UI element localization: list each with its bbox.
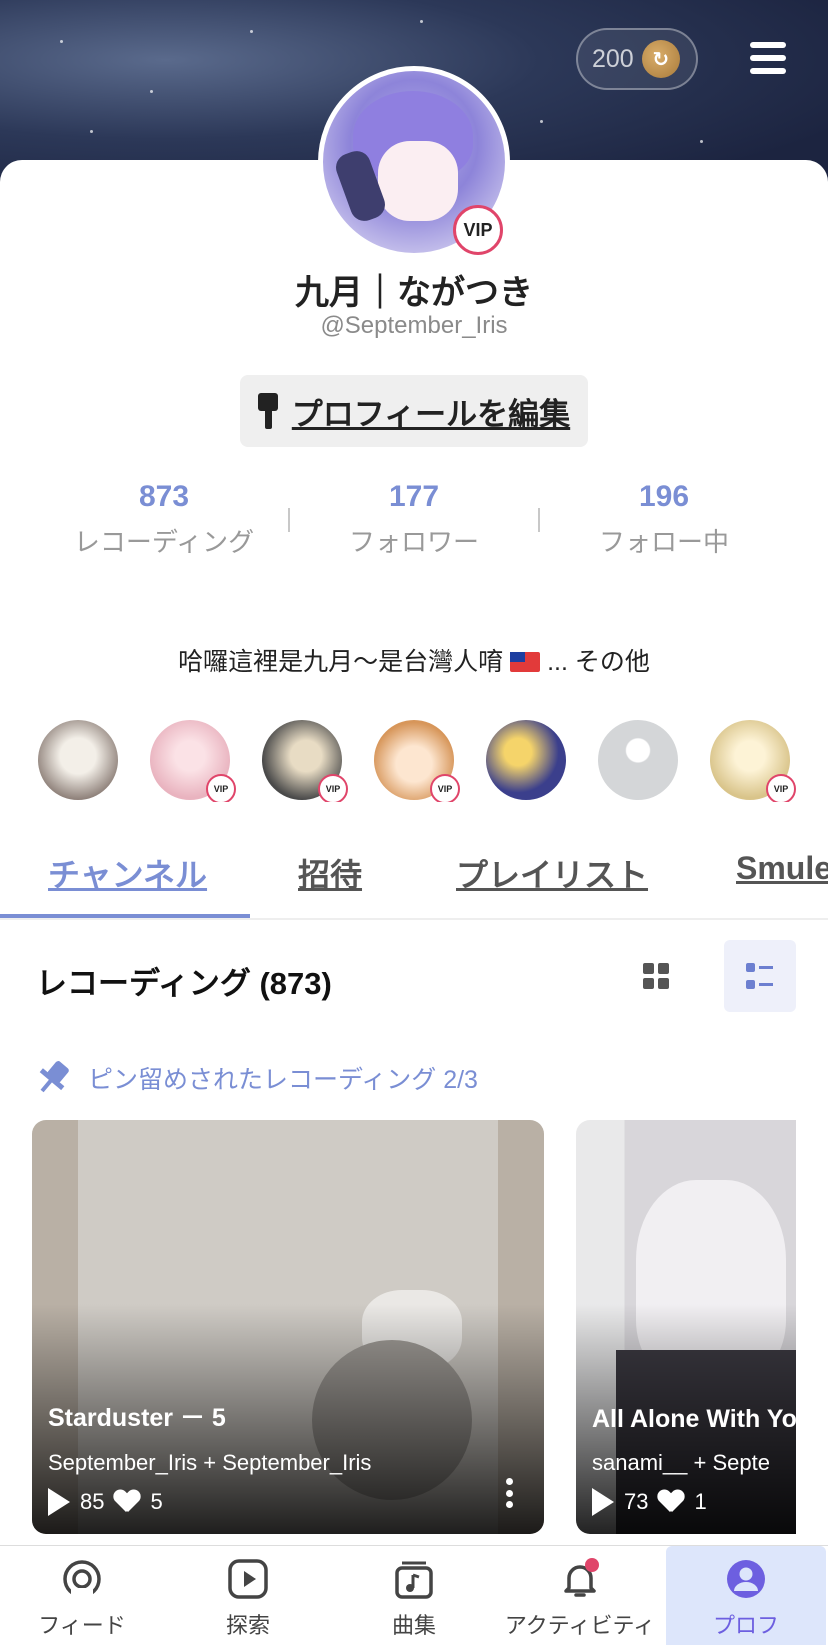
recording-card[interactable]: Starduster － 5 September_Iris + Septembe… [32, 1120, 544, 1534]
edit-profile-label: プロフィールを編集 [291, 396, 571, 432]
nav-activity[interactable]: アクティビティ [500, 1546, 660, 1645]
vip-badge: VIP [206, 774, 236, 802]
grid-icon [643, 963, 669, 989]
recording-artists: September_Iris + September_Iris [48, 1450, 372, 1475]
grid-view-button[interactable] [620, 940, 692, 1012]
stat-following[interactable]: 196 フォロー中 [544, 480, 784, 559]
recording-artists: sanami__ + Septe [592, 1450, 770, 1475]
tab-playlists[interactable]: プレイリスト [456, 850, 648, 896]
stat-followers[interactable]: 177 フォロワー [294, 480, 534, 559]
follower-avatar[interactable]: VIP [262, 720, 348, 802]
play-icon [592, 1488, 614, 1516]
brush-icon [257, 393, 278, 429]
display-name: 九月｜ながつき [295, 274, 533, 312]
stat-following-label: フォロー中 [598, 527, 729, 557]
nav-songbook-label: 曲集 [391, 1613, 436, 1638]
nav-profile[interactable]: プロフ [666, 1546, 826, 1645]
profile-icon [727, 1560, 765, 1598]
follower-avatar-default[interactable] [598, 720, 678, 800]
recording-title: Starduster － 5 [48, 1404, 226, 1432]
stat-recordings-value: 873 [138, 480, 190, 513]
vip-badge: VIP [766, 774, 796, 802]
pinned-recordings-header: ピン留めされたレコーディング 2/3 [36, 1059, 478, 1096]
profile-tabs: チャンネル 招待 プレイリスト Smule [0, 850, 828, 920]
stat-recordings[interactable]: 873 レコーディング [44, 480, 284, 559]
edit-profile-button[interactable]: プロフィールを編集 [240, 375, 588, 447]
stat-recordings-label: レコーディング [73, 527, 255, 557]
bell-icon [564, 1558, 599, 1597]
nav-songbook[interactable]: 曲集 [334, 1546, 494, 1645]
follower-avatar-row: VIP VIP VIP VIP [38, 720, 828, 802]
explore-play-icon [228, 1559, 268, 1599]
recording-metrics: 85 5 [48, 1488, 163, 1516]
bottom-navigation: フィード 探索 曲集 アクティビティ プロフ [0, 1545, 828, 1645]
vip-badge: VIP [430, 774, 460, 802]
list-view-button[interactable] [724, 940, 796, 1012]
stat-divider [288, 508, 290, 532]
coin-icon: ↻ [641, 40, 680, 78]
vip-badge: VIP [453, 205, 503, 255]
pinned-label: ピン留めされたレコーディング 2/3 [88, 1066, 478, 1094]
profile-stats: 873 レコーディング 177 フォロワー 196 フォロー中 [0, 480, 828, 560]
profile-bio: 哈囉這裡是九月～是台灣人唷 ... その他 [0, 642, 828, 678]
stat-followers-value: 177 [388, 480, 440, 513]
recording-card[interactable]: All Alone With Yo sanami__ + Septe 73 1 [576, 1120, 796, 1534]
nav-explore-label: 探索 [225, 1613, 270, 1638]
play-count: 85 [80, 1489, 105, 1514]
active-tab-indicator [0, 914, 250, 918]
recording-title: All Alone With Yo [592, 1405, 796, 1433]
follower-avatar[interactable]: VIP [374, 720, 460, 802]
like-count: 1 [694, 1489, 707, 1514]
list-icon [746, 963, 774, 989]
follower-avatar[interactable] [486, 720, 566, 800]
stat-divider [538, 508, 540, 532]
bio-text: 哈囉這裡是九月～是台灣人唷 [178, 648, 504, 676]
heart-icon [658, 1490, 684, 1514]
follower-avatar[interactable]: VIP [710, 720, 796, 802]
pin-icon [29, 1054, 77, 1102]
play-count: 73 [624, 1489, 649, 1514]
coin-balance-button[interactable]: 200 ↻ [576, 28, 698, 90]
taiwan-flag-icon [510, 652, 541, 672]
like-count: 5 [150, 1489, 163, 1514]
more-options-icon[interactable] [506, 1478, 514, 1508]
follower-avatar[interactable]: VIP [150, 720, 236, 802]
songbook-icon [395, 1561, 433, 1599]
vip-badge: VIP [318, 774, 348, 802]
nav-profile-label: プロフ [712, 1613, 779, 1638]
nav-explore[interactable]: 探索 [168, 1546, 328, 1645]
follower-avatar[interactable] [38, 720, 118, 800]
username-handle: @September_Iris [320, 312, 508, 339]
tab-invites[interactable]: 招待 [298, 850, 362, 896]
nav-feed-label: フィード [38, 1613, 126, 1638]
recordings-section-title: レコーディング (873) [36, 966, 332, 1001]
coin-amount: 200 [592, 44, 634, 73]
recording-metrics: 73 1 [592, 1488, 707, 1516]
hamburger-menu-icon[interactable] [750, 42, 786, 74]
tab-channel[interactable]: チャンネル [48, 850, 207, 896]
stat-followers-label: フォロワー [348, 527, 479, 557]
stat-following-value: 196 [638, 480, 690, 513]
nav-activity-label: アクティビティ [504, 1613, 656, 1638]
tab-smule[interactable]: Smule [736, 850, 828, 887]
bio-more-link[interactable]: ... その他 [547, 648, 650, 676]
play-icon [48, 1488, 70, 1516]
heart-icon [114, 1490, 140, 1514]
feed-icon [63, 1560, 101, 1600]
nav-feed[interactable]: フィード [2, 1546, 162, 1645]
